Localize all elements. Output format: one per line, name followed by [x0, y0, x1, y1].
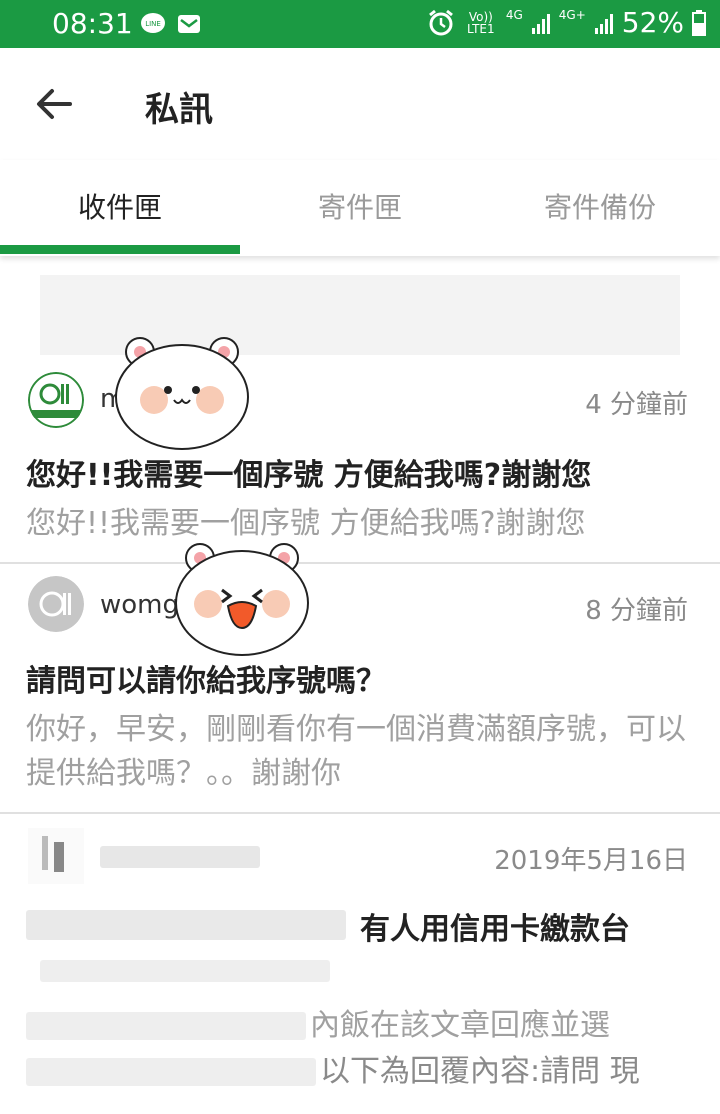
message-subject: 請問可以請你給我序號嗎？ — [26, 664, 386, 699]
message-preview: 內飯在該文章回應並選 — [310, 1008, 610, 1043]
tab-inbox[interactable]: 收件匣 — [0, 160, 240, 256]
mail-notification-icon — [178, 15, 200, 33]
message-subject: 有人用信用卡繳款台 — [360, 912, 630, 947]
app-bar: 私訊 — [0, 48, 720, 160]
active-tab-indicator — [0, 245, 240, 254]
signal-icon — [531, 13, 550, 34]
message-preview: 你好，早安，剛剛看你有一個消費滿額序號，可以提供給我嗎？。。謝謝你 — [26, 712, 686, 791]
redacted-line — [40, 960, 330, 982]
avatar — [28, 828, 84, 884]
status-time: 08:31 — [52, 7, 133, 40]
message-preview: 您好!!我需要一個序號 方便給我嗎?謝謝您 — [26, 506, 586, 541]
page-title: 私訊 — [145, 90, 213, 130]
battery-icon — [692, 9, 706, 36]
alarm-icon — [428, 9, 453, 35]
tab-bar: 收件匣 寄件匣 寄件備份 — [0, 160, 720, 256]
tab-outbox[interactable]: 寄件匣 — [240, 160, 480, 256]
line-app-icon: LINE — [141, 13, 165, 33]
bear-sticker-icon — [115, 337, 249, 450]
network-4gplus-label: 4G+ — [558, 7, 586, 22]
tab-sent-backup[interactable]: 寄件備份 — [480, 160, 720, 256]
bear-sticker-icon — [175, 543, 309, 656]
redacted-sender — [100, 846, 260, 868]
message-time: 4 分鐘前 — [585, 390, 688, 420]
message-preview: 以下為回覆內容:請問 現 — [320, 1054, 640, 1089]
avatar — [28, 576, 84, 632]
redacted-subject — [26, 910, 346, 940]
svg-text:LINE: LINE — [145, 20, 161, 28]
redacted-preview — [26, 1058, 316, 1086]
volte-indicator: Vo)) LTE1 — [467, 9, 495, 36]
status-bar: 08:31 LINE Vo)) LTE1 4G 4G+ 52% — [0, 0, 720, 48]
message-subject: 您好!!我需要一個序號 方便給我嗎?謝謝您 — [26, 458, 592, 493]
back-arrow-icon[interactable] — [34, 86, 74, 122]
network-4g-label: 4G — [505, 7, 523, 22]
message-time: 8 分鐘前 — [585, 596, 688, 626]
message-item[interactable]: m 4 分鐘前 您好!!我需要一個序號 方便給我嗎?謝謝您 您好!!我需要一個序… — [0, 362, 720, 562]
message-item[interactable]: 2019年5月16日 有人用信用卡繳款台 內飯在該文章回應並選 以下為回覆內容:… — [0, 814, 720, 1114]
signal-icon — [594, 13, 613, 34]
avatar — [28, 372, 84, 428]
redacted-preview — [26, 1012, 306, 1040]
battery-percent: 52% — [621, 6, 684, 39]
message-time: 2019年5月16日 — [494, 846, 688, 876]
message-sender: womg — [100, 590, 180, 620]
message-item[interactable]: womg 8 分鐘前 請問可以請你給我序號嗎？ 你好，早安，剛剛看你有一個消費滿… — [0, 564, 720, 812]
